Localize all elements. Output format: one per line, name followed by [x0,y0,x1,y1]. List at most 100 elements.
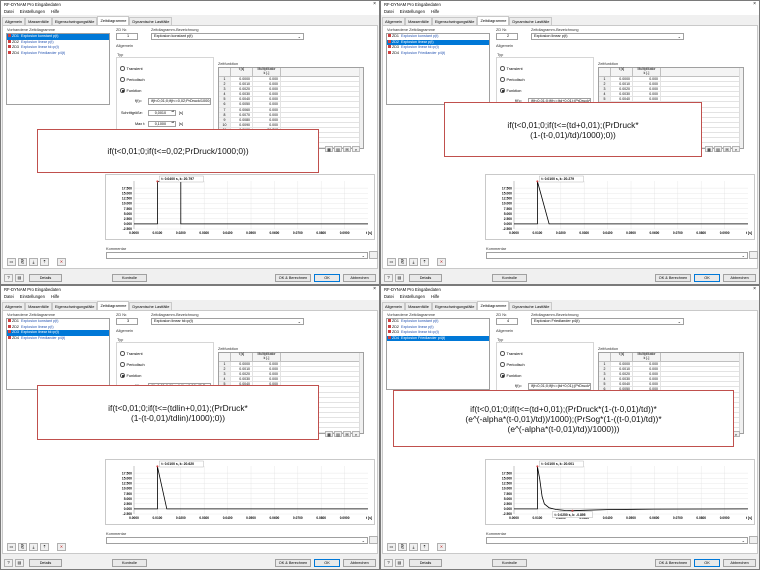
ok-calculate-button[interactable]: OK & Berechnen [275,274,311,282]
comment-edit-icon[interactable] [749,536,758,544]
help-icon[interactable]: ? [4,274,13,282]
table-tool-icon[interactable]: ⌕ [732,146,740,152]
chevron-down-icon[interactable]: ⌄ [678,319,681,324]
details-button[interactable]: Details [409,274,442,282]
import-icon[interactable]: ⤓ [409,258,418,266]
radio-funktion[interactable]: Funktion [120,88,141,93]
table-tool-icon[interactable]: ▦ [705,146,713,152]
radio-button[interactable] [120,351,125,356]
table-tool-icon[interactable]: ▤ [334,146,342,152]
table-tool-icon[interactable]: ✉ [723,146,731,152]
table-scrollbar[interactable] [739,353,743,434]
radio-periodisch[interactable]: Periodisch [120,77,145,82]
close-icon[interactable]: × [373,1,376,8]
ok-button[interactable]: OK [694,559,720,567]
diagram-title-field[interactable]: Explosion linear p(t) ⌄ [531,33,684,40]
delete-icon[interactable]: ✕ [57,543,66,551]
menu-item[interactable]: Datei [384,294,394,299]
radio-button[interactable] [120,66,125,71]
radio-button[interactable] [120,362,125,367]
diagram-list[interactable]: ZD1 Explosion konstant p(t) ZD2 Explosion l… [386,33,490,105]
comment-edit-icon[interactable] [369,536,378,544]
tab[interactable]: Dynamische Lastfälle [129,17,173,25]
zd-nr-field[interactable]: 4 [496,318,518,325]
radio-transient[interactable]: Transient [120,351,143,356]
close-icon[interactable]: × [753,1,756,8]
menu-item[interactable]: Datei [4,9,14,14]
ok-button[interactable]: OK [314,274,340,282]
table-scrollbar[interactable] [359,353,363,434]
copy-icon[interactable]: ⎘ [18,543,27,551]
tab[interactable]: Dynamische Lastfälle [509,302,553,310]
close-icon[interactable]: × [373,286,376,293]
tab[interactable]: Allgemein [382,302,406,310]
check-button[interactable]: Kontrolle [112,274,147,282]
ok-calculate-button[interactable]: OK & Berechnen [275,559,311,567]
table-scrollbar[interactable] [359,68,363,149]
tab[interactable]: Massenfälle [405,302,432,310]
cancel-button[interactable]: Abbrechen [343,559,376,567]
tab[interactable]: Eigenschwingungsfälle [51,302,98,310]
radio-funktion[interactable]: Funktion [500,88,521,93]
tab[interactable]: Zeitdiagramme [97,16,130,25]
radio-transient[interactable]: Transient [500,351,523,356]
comment-field[interactable]: ⌄ [106,537,368,544]
diagram-list[interactable]: ZD1 Explosion konstant p(t) ZD2 Explosion l… [386,318,490,390]
radio-button[interactable] [500,77,505,82]
tab[interactable]: Zeitdiagramme [477,16,510,25]
diagram-title-field[interactable]: Explosion Friedlander p4(t) ⌄ [531,318,684,325]
tab[interactable]: Massenfälle [25,17,52,25]
tab[interactable]: Zeitdiagramme [97,301,130,310]
export-icon[interactable]: ⤒ [420,543,429,551]
new-diagram-icon[interactable]: ▭ [7,258,16,266]
export-icon[interactable]: ⤒ [420,258,429,266]
table-tool-icon[interactable]: ✉ [343,146,351,152]
units-icon[interactable]: ▤ [15,559,24,567]
radio-funktion[interactable]: Funktion [500,373,521,378]
radio-funktion[interactable]: Funktion [120,373,141,378]
formula-field[interactable]: if(t<0,01;0;if(t<=(td+0,01);(PrDruck* [528,383,591,390]
table-tool-icon[interactable]: ⌕ [352,431,360,437]
list-item[interactable]: ZD4 Explosion Friedlander p4(t) [7,335,109,342]
import-icon[interactable]: ⤓ [29,258,38,266]
radio-transient[interactable]: Transient [120,66,143,71]
list-item[interactable]: ZD4 Explosion Friedlander p4(t) [387,335,489,341]
check-button[interactable]: Kontrolle [112,559,147,567]
zd-nr-field[interactable]: 3 [116,318,138,325]
menu-item[interactable]: Einstellungen [20,294,45,299]
table-tool-icon[interactable]: ▤ [714,146,722,152]
tab[interactable]: Dynamische Lastfälle [509,17,553,25]
tab[interactable]: Eigenschwingungsfälle [431,302,478,310]
menu-item[interactable]: Einstellungen [20,9,45,14]
radio-button[interactable] [500,362,505,367]
help-icon[interactable]: ? [384,274,393,282]
delete-icon[interactable]: ✕ [437,543,446,551]
table-tool-icon[interactable]: ✉ [343,431,351,437]
import-icon[interactable]: ⤓ [29,543,38,551]
comment-field[interactable]: ⌄ [106,252,368,259]
tab[interactable]: Zeitdiagramme [477,301,510,310]
zd-nr-field[interactable]: 2 [496,33,518,40]
chevron-down-icon[interactable]: ⌄ [742,253,745,258]
menu-item[interactable]: Hilfe [51,294,59,299]
tab[interactable]: Allgemein [2,302,26,310]
export-icon[interactable]: ⤒ [40,258,49,266]
radio-periodisch[interactable]: Periodisch [500,362,525,367]
ok-calculate-button[interactable]: OK & Berechnen [655,274,691,282]
cancel-button[interactable]: Abbrechen [343,274,376,282]
table-scrollbar[interactable] [739,68,743,149]
copy-icon[interactable]: ⎘ [398,258,407,266]
help-icon[interactable]: ? [384,559,393,567]
tab[interactable]: Allgemein [382,17,406,25]
diagram-title-field[interactable]: Explosion konstant p(t) ⌄ [151,33,304,40]
delete-icon[interactable]: ✕ [57,258,66,266]
tab[interactable]: Massenfälle [405,17,432,25]
check-button[interactable]: Kontrolle [492,559,527,567]
chevron-down-icon[interactable]: ⌄ [742,538,745,543]
zd-nr-field[interactable]: 1 [116,33,138,40]
list-item[interactable]: ZD4 Explosion Friedlander p4(t) [7,50,109,57]
radio-button[interactable] [500,88,505,93]
comment-edit-icon[interactable] [749,251,758,259]
formula-field[interactable]: if(t<0,01;0;if(t<=0,02;PrDruck/1000;0)) [148,98,211,105]
units-icon[interactable]: ▤ [395,559,404,567]
